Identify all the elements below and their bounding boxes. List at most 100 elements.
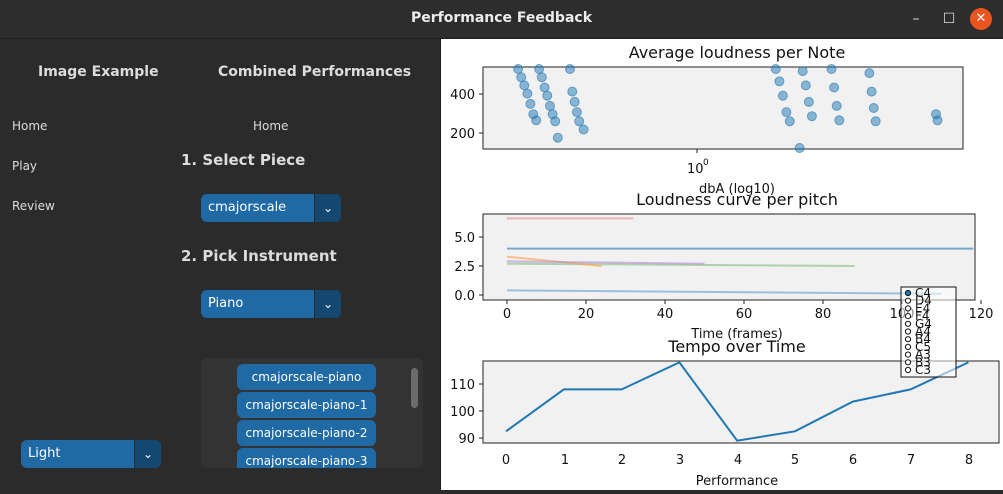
legend-marker [904, 320, 912, 327]
chart3-xtick-label: 2 [618, 453, 626, 468]
home-link[interactable]: Home [253, 119, 288, 133]
chart1-point [513, 64, 524, 74]
legend-marker [904, 328, 912, 335]
instrument-select[interactable]: Piano ⌄ [201, 290, 341, 318]
performance-list[interactable]: cmajorscale-piano cmajorscale-piano-1 cm… [201, 358, 423, 468]
chart3-xtick-label: 7 [907, 453, 915, 468]
chart1-point [578, 124, 589, 135]
chart1-point [565, 64, 575, 74]
chart1-point [797, 66, 808, 77]
legend-marker [904, 336, 912, 343]
chart1-point [834, 115, 845, 126]
chart2-ytick-label: 0.0 [454, 289, 475, 304]
close-button[interactable]: ✕ [970, 8, 992, 30]
chart1-point [932, 115, 943, 126]
chart1-point [522, 88, 533, 99]
chart2-xtick-label: 60 [736, 307, 753, 322]
chart1-point [545, 100, 555, 111]
chevron-down-icon[interactable]: ⌄ [134, 440, 161, 468]
chevron-down-icon[interactable]: ⌄ [314, 290, 341, 318]
title-bar: Performance Feedback – ☐ ✕ [0, 0, 1003, 39]
chart1-point [870, 116, 881, 127]
chart3-xlabel: Performance [696, 474, 778, 489]
chart3-title: Tempo over Time [667, 337, 805, 356]
list-item[interactable]: cmajorscale-piano [237, 364, 376, 390]
step-pick-instrument: 2. Pick Instrument [181, 247, 337, 265]
chart3-xtick-label: 3 [676, 453, 684, 468]
piece-select[interactable]: cmajorscale ⌄ [201, 194, 341, 222]
chart1-point [567, 86, 578, 97]
chart2-title: Loudness curve per pitch [636, 190, 838, 209]
chart1-xtick-label: 10 [687, 162, 704, 177]
chart3-xticks: 0 1 2 3 4 5 6 7 8 [502, 453, 973, 468]
nav-play[interactable]: Play [12, 159, 37, 173]
chart3-ytick-label: 100 [450, 405, 475, 420]
chart2-xtick-label: 20 [578, 307, 595, 322]
chart1-point [803, 96, 814, 107]
chart1-xtick-exp: 0 [703, 158, 709, 168]
combined-performances-title: Combined Performances [218, 64, 412, 80]
chart1-point [574, 116, 585, 127]
chart3-ytick-label: 110 [450, 378, 475, 393]
theme-select[interactable]: Light ⌄ [21, 440, 161, 468]
chart1-point [552, 132, 563, 143]
chart1-point [770, 64, 781, 74]
chart1-point [866, 86, 877, 97]
list-item[interactable]: cmajorscale-piano-2 [237, 420, 376, 446]
chart1-point [777, 90, 788, 101]
list-scrollbar[interactable] [411, 368, 418, 408]
chart1-point [781, 107, 792, 118]
chart3-xtick-label: 8 [965, 453, 973, 468]
chart1-point [536, 72, 547, 83]
chart1-point [784, 116, 795, 127]
chart1-point [806, 111, 817, 122]
chart1-point [800, 80, 811, 91]
chart2-xtick-label: 120 [969, 307, 994, 322]
chevron-down-icon[interactable]: ⌄ [314, 194, 341, 222]
chart1-point [864, 68, 875, 79]
chart1-point [794, 143, 805, 153]
plots-pane: Average loudness per Note 400 200 10 0 d… [441, 39, 1003, 490]
chart1-point [519, 80, 530, 91]
chart2-ytick-label: 2.5 [454, 260, 475, 275]
legend-marker [904, 297, 912, 304]
nav-home[interactable]: Home [12, 119, 47, 133]
chart2-ytick-label: 5.0 [454, 231, 475, 246]
chart2-xtick-label: 80 [815, 307, 832, 322]
chart1-ytick-label: 200 [450, 127, 475, 142]
chart1-ytick-label: 400 [450, 88, 475, 103]
step-select-piece: 1. Select Piece [181, 151, 306, 169]
minimize-button[interactable]: – [905, 8, 927, 30]
legend-marker [904, 305, 912, 312]
bottom-strip [0, 486, 440, 490]
chart3-xtick-label: 4 [734, 453, 742, 468]
chart1-point [829, 82, 840, 93]
chart3-xtick-label: 0 [502, 453, 510, 468]
chart1-title: Average loudness per Note [629, 43, 846, 62]
chart1-point [868, 103, 879, 113]
chart3-ytick-label: 90 [458, 432, 475, 447]
nav-review[interactable]: Review [12, 199, 55, 213]
chart3-xtick-label: 1 [561, 453, 569, 468]
chart1-point [534, 64, 545, 74]
chart2-xtick-label: 0 [503, 307, 511, 322]
chart1-point [531, 115, 542, 126]
chart1-point [571, 107, 582, 118]
chart1-point [826, 64, 837, 74]
chart2-legend: C4D4E4F4G4A4B4C5A3B3C3 [900, 286, 957, 378]
image-example-title: Image Example [38, 64, 159, 80]
list-item[interactable]: cmajorscale-piano-3 [237, 448, 376, 468]
chart1-point [525, 98, 536, 109]
instrument-select-value: Piano [208, 296, 244, 311]
legend-marker [904, 313, 912, 320]
maximize-button[interactable]: ☐ [938, 8, 960, 30]
chart1-point [550, 116, 561, 127]
chart3-xtick-label: 5 [791, 453, 799, 468]
chart2-xtick-label: 40 [657, 307, 674, 322]
piece-select-value: cmajorscale [208, 200, 287, 215]
list-item[interactable]: cmajorscale-piano-1 [237, 392, 376, 418]
chart1-point [831, 100, 842, 111]
chart1-point [539, 82, 550, 93]
plots-figure: Average loudness per Note 400 200 10 0 d… [450, 43, 1000, 489]
legend-marker [904, 359, 912, 366]
